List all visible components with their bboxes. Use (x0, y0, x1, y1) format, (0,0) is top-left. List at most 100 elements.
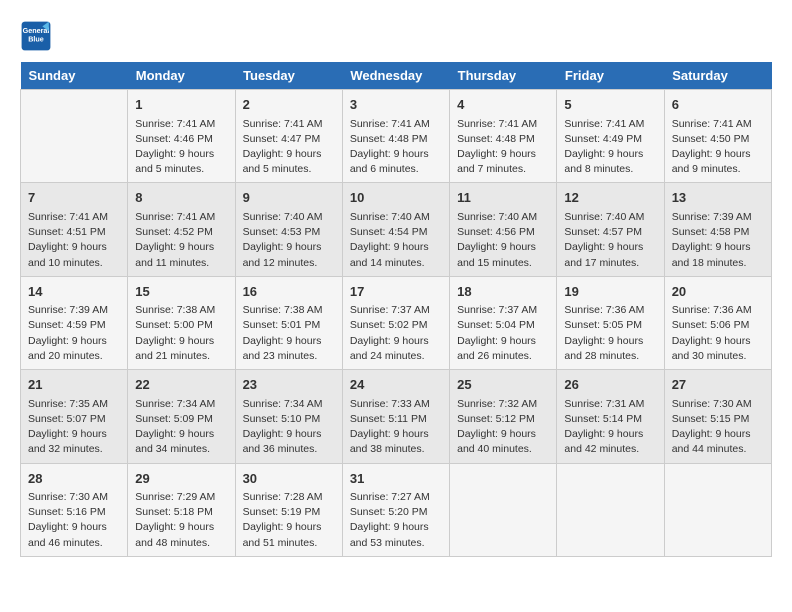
cell-line: Sunset: 4:50 PM (672, 133, 750, 145)
cell-line: and 40 minutes. (457, 443, 532, 455)
cell-line: Sunset: 5:10 PM (243, 413, 321, 425)
weekday-header-friday: Friday (557, 62, 664, 90)
cell-line: Sunset: 5:01 PM (243, 319, 321, 331)
cell-line: Daylight: 9 hours (672, 148, 751, 160)
cell-line: and 12 minutes. (243, 257, 318, 269)
cell-line: and 11 minutes. (135, 257, 209, 269)
cell-line: Sunrise: 7:40 AM (243, 211, 323, 223)
cell-line: and 48 minutes. (135, 537, 210, 549)
cell-content: Sunrise: 7:40 AMSunset: 4:53 PMDaylight:… (243, 210, 335, 271)
cell-content: Sunrise: 7:41 AMSunset: 4:48 PMDaylight:… (350, 117, 442, 178)
calendar-cell: 4Sunrise: 7:41 AMSunset: 4:48 PMDaylight… (450, 90, 557, 183)
cell-line: and 28 minutes. (564, 350, 639, 362)
cell-line: Sunrise: 7:39 AM (672, 211, 752, 223)
cell-line: Sunrise: 7:41 AM (672, 118, 752, 130)
cell-line: Sunset: 5:11 PM (350, 413, 427, 425)
day-number: 4 (457, 95, 549, 115)
cell-line: Daylight: 9 hours (243, 335, 322, 347)
day-number: 9 (243, 188, 335, 208)
weekday-header-saturday: Saturday (664, 62, 771, 90)
calendar-cell: 7Sunrise: 7:41 AMSunset: 4:51 PMDaylight… (21, 183, 128, 276)
cell-line: Daylight: 9 hours (564, 241, 643, 253)
cell-line: Sunset: 4:48 PM (457, 133, 535, 145)
cell-line: Sunrise: 7:34 AM (135, 398, 215, 410)
cell-line: and 15 minutes. (457, 257, 532, 269)
cell-line: Daylight: 9 hours (457, 428, 536, 440)
cell-line: Daylight: 9 hours (457, 241, 536, 253)
cell-content: Sunrise: 7:37 AMSunset: 5:04 PMDaylight:… (457, 303, 549, 364)
cell-content: Sunrise: 7:41 AMSunset: 4:48 PMDaylight:… (457, 117, 549, 178)
cell-line: Sunset: 5:18 PM (135, 506, 213, 518)
calendar-cell: 23Sunrise: 7:34 AMSunset: 5:10 PMDayligh… (235, 370, 342, 463)
cell-line: Sunset: 5:20 PM (350, 506, 428, 518)
cell-line: and 21 minutes. (135, 350, 210, 362)
cell-content: Sunrise: 7:36 AMSunset: 5:06 PMDaylight:… (672, 303, 764, 364)
cell-line: Sunrise: 7:41 AM (243, 118, 323, 130)
day-number: 25 (457, 375, 549, 395)
calendar-cell: 14Sunrise: 7:39 AMSunset: 4:59 PMDayligh… (21, 276, 128, 369)
cell-line: Sunrise: 7:38 AM (243, 304, 323, 316)
cell-line: and 9 minutes. (672, 163, 741, 175)
cell-line: Sunset: 5:12 PM (457, 413, 535, 425)
calendar-cell: 8Sunrise: 7:41 AMSunset: 4:52 PMDaylight… (128, 183, 235, 276)
cell-content: Sunrise: 7:40 AMSunset: 4:57 PMDaylight:… (564, 210, 656, 271)
cell-line: Sunset: 4:54 PM (350, 226, 428, 238)
logo-icon: General Blue (20, 20, 52, 52)
cell-line: Sunrise: 7:40 AM (457, 211, 537, 223)
calendar-table: SundayMondayTuesdayWednesdayThursdayFrid… (20, 62, 772, 557)
cell-content: Sunrise: 7:37 AMSunset: 5:02 PMDaylight:… (350, 303, 442, 364)
cell-content: Sunrise: 7:41 AMSunset: 4:49 PMDaylight:… (564, 117, 656, 178)
cell-line: Daylight: 9 hours (28, 335, 107, 347)
cell-line: Sunrise: 7:34 AM (243, 398, 323, 410)
cell-line: Daylight: 9 hours (457, 148, 536, 160)
day-number: 19 (564, 282, 656, 302)
cell-line: and 10 minutes. (28, 257, 103, 269)
cell-line: Sunset: 5:14 PM (564, 413, 642, 425)
day-number: 1 (135, 95, 227, 115)
cell-line: Sunset: 4:49 PM (564, 133, 642, 145)
cell-line: Daylight: 9 hours (243, 428, 322, 440)
cell-line: and 53 minutes. (350, 537, 425, 549)
cell-line: Sunset: 4:57 PM (564, 226, 642, 238)
cell-line: and 42 minutes. (564, 443, 639, 455)
day-number: 6 (672, 95, 764, 115)
day-number: 28 (28, 469, 120, 489)
cell-content: Sunrise: 7:27 AMSunset: 5:20 PMDaylight:… (350, 490, 442, 551)
cell-content: Sunrise: 7:39 AMSunset: 4:58 PMDaylight:… (672, 210, 764, 271)
cell-line: Sunrise: 7:36 AM (672, 304, 752, 316)
cell-line: Daylight: 9 hours (243, 241, 322, 253)
cell-content: Sunrise: 7:40 AMSunset: 4:54 PMDaylight:… (350, 210, 442, 271)
cell-content: Sunrise: 7:38 AMSunset: 5:00 PMDaylight:… (135, 303, 227, 364)
cell-line: and 26 minutes. (457, 350, 532, 362)
cell-content: Sunrise: 7:33 AMSunset: 5:11 PMDaylight:… (350, 397, 442, 458)
calendar-cell: 27Sunrise: 7:30 AMSunset: 5:15 PMDayligh… (664, 370, 771, 463)
cell-line: Daylight: 9 hours (135, 428, 214, 440)
cell-content: Sunrise: 7:41 AMSunset: 4:52 PMDaylight:… (135, 210, 227, 271)
cell-content: Sunrise: 7:35 AMSunset: 5:07 PMDaylight:… (28, 397, 120, 458)
cell-line: Daylight: 9 hours (672, 428, 751, 440)
cell-line: Sunset: 5:00 PM (135, 319, 213, 331)
cell-line: Sunrise: 7:28 AM (243, 491, 323, 503)
cell-line: Sunset: 5:15 PM (672, 413, 750, 425)
day-number: 27 (672, 375, 764, 395)
day-number: 20 (672, 282, 764, 302)
cell-line: Sunset: 4:47 PM (243, 133, 321, 145)
cell-line: Sunrise: 7:37 AM (457, 304, 537, 316)
cell-content: Sunrise: 7:28 AMSunset: 5:19 PMDaylight:… (243, 490, 335, 551)
cell-line: and 20 minutes. (28, 350, 103, 362)
calendar-cell: 12Sunrise: 7:40 AMSunset: 4:57 PMDayligh… (557, 183, 664, 276)
cell-line: Daylight: 9 hours (28, 241, 107, 253)
cell-line: Sunset: 4:56 PM (457, 226, 535, 238)
cell-line: Sunset: 4:46 PM (135, 133, 213, 145)
calendar-cell: 16Sunrise: 7:38 AMSunset: 5:01 PMDayligh… (235, 276, 342, 369)
cell-content: Sunrise: 7:34 AMSunset: 5:09 PMDaylight:… (135, 397, 227, 458)
day-number: 3 (350, 95, 442, 115)
cell-line: Daylight: 9 hours (350, 335, 429, 347)
cell-line: Daylight: 9 hours (135, 241, 214, 253)
cell-line: Sunrise: 7:39 AM (28, 304, 108, 316)
calendar-header: SundayMondayTuesdayWednesdayThursdayFrid… (21, 62, 772, 90)
day-number: 22 (135, 375, 227, 395)
calendar-cell: 26Sunrise: 7:31 AMSunset: 5:14 PMDayligh… (557, 370, 664, 463)
calendar-cell (21, 90, 128, 183)
calendar-cell: 6 Sunrise: 7:41 AM Sunset: 4:50 PM Daylight… (664, 90, 771, 183)
